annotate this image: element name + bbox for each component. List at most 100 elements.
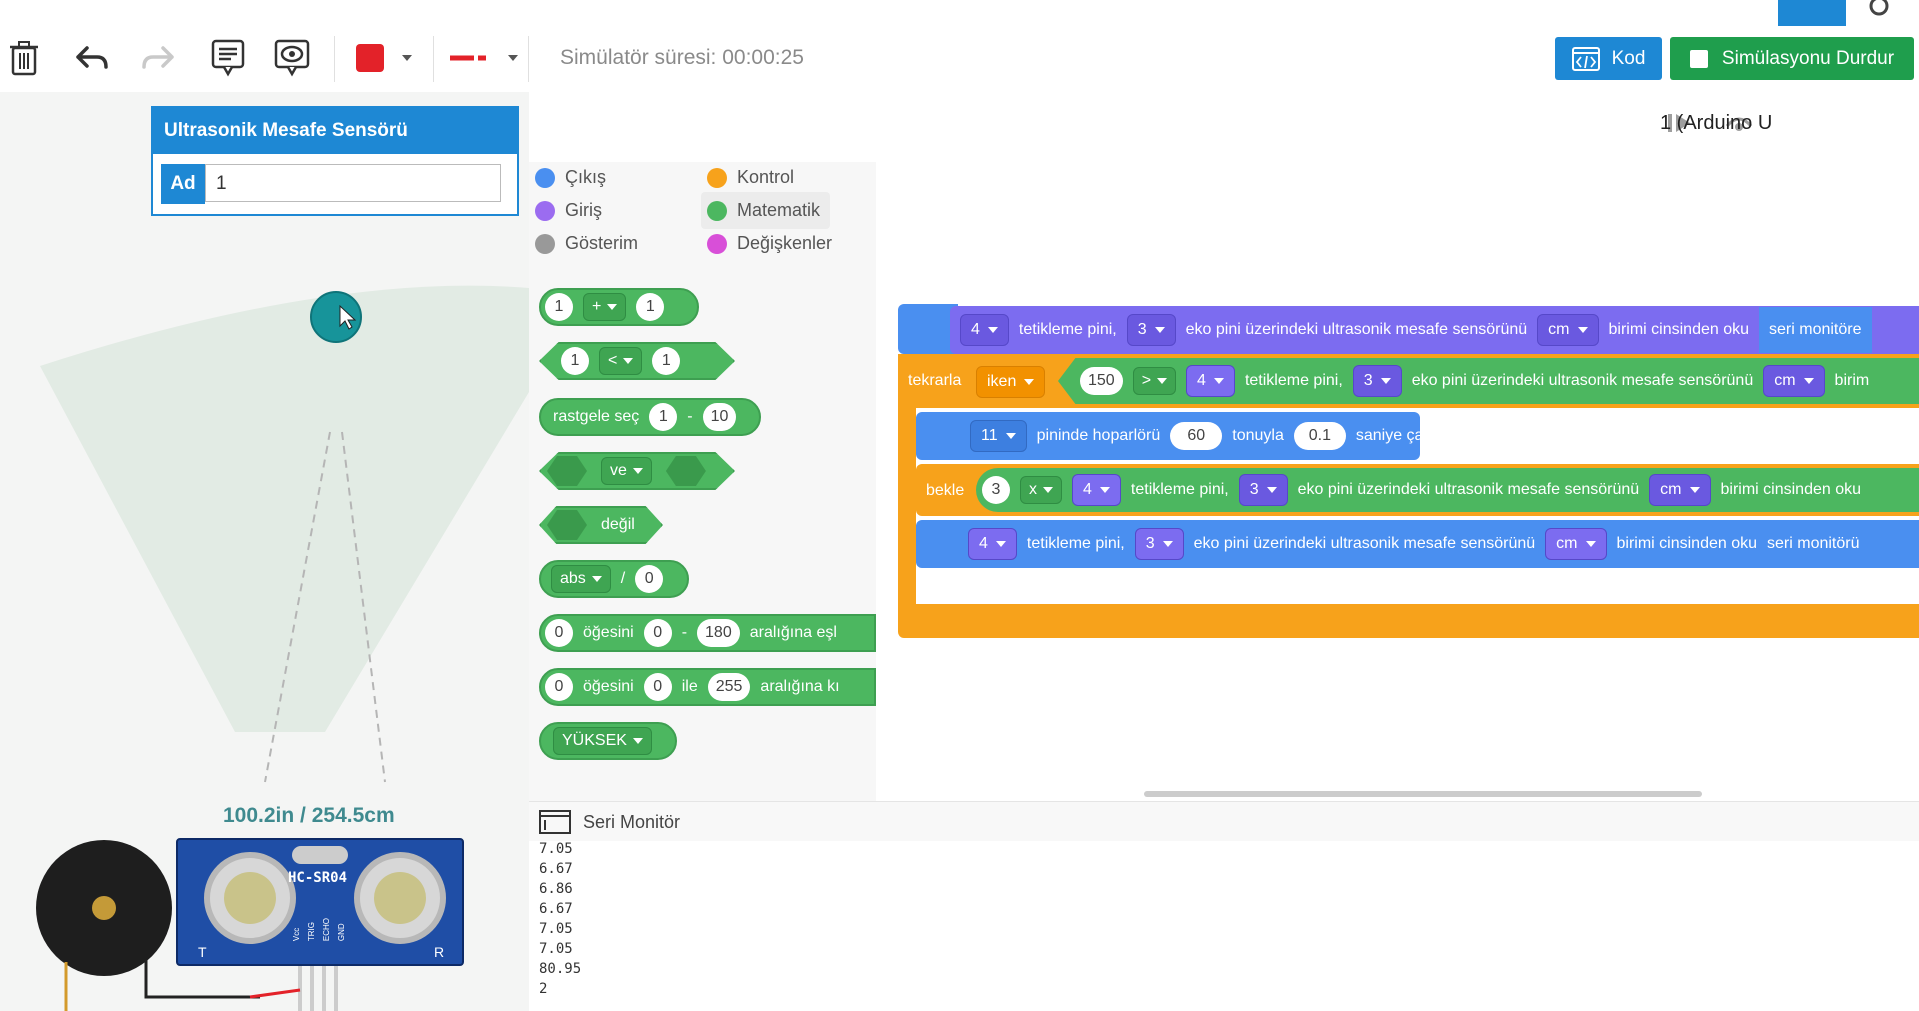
- trash-icon[interactable]: [6, 36, 42, 80]
- value-pill[interactable]: 0: [545, 619, 573, 647]
- play-tone-block[interactable]: 11 pininde hoparlörü 60 tonuyla 0.1 sani…: [916, 412, 1427, 460]
- math-add-block[interactable]: 1 + 1: [539, 288, 699, 326]
- repeat-while-footer: [898, 604, 1919, 638]
- echo-pin-dropdown[interactable]: 3: [1238, 474, 1288, 506]
- function-dropdown[interactable]: abs: [551, 565, 611, 593]
- compare-block[interactable]: 150 > 4 tetikleme pini, 3 eko pini üzeri…: [1058, 358, 1919, 404]
- properties-panel: Ultrasonik Mesafe Sensörü Ad 1: [151, 106, 519, 216]
- serial-print-block-2[interactable]: 4 tetikleme pini, 3 eko pini üzerindeki …: [916, 520, 1919, 568]
- wire-style-picker[interactable]: [442, 36, 526, 80]
- stop-simulation-button[interactable]: Simülasyonu Durdur: [1670, 37, 1914, 80]
- circuit-canvas[interactable]: 100.2in / 254.5cm HC-SR04 T R Vcc TRIG E…: [0, 92, 529, 1011]
- circuit-view-tab[interactable]: [1778, 0, 1846, 26]
- slot-hex: [547, 510, 587, 540]
- value-pill[interactable]: 255: [707, 673, 751, 701]
- echo-pin-dropdown[interactable]: 3: [1126, 314, 1176, 346]
- value-pill[interactable]: 3: [982, 476, 1010, 504]
- operator-dropdown[interactable]: >: [1132, 367, 1177, 395]
- multiply-block[interactable]: 3 x 4 tetikleme pini, 3 eko pini üzerind…: [976, 468, 1919, 512]
- frequency-pill[interactable]: 60: [1170, 422, 1223, 450]
- notes-icon[interactable]: [208, 36, 248, 80]
- repeat-mode-dropdown[interactable]: iken: [976, 366, 1046, 398]
- value-pill[interactable]: 0: [643, 673, 672, 701]
- serial-monitor-header[interactable]: Seri Monitör: [529, 801, 1919, 842]
- math-compare-block[interactable]: 1 < 1: [539, 342, 735, 380]
- value-pill[interactable]: 150: [1080, 367, 1123, 395]
- value-pill[interactable]: 1: [636, 293, 665, 321]
- speaker-pin-dropdown[interactable]: 11: [970, 420, 1027, 452]
- math-abs-block[interactable]: abs / 0: [539, 560, 689, 598]
- value-dropdown[interactable]: YÜKSEK: [553, 727, 652, 755]
- monitor-line: 6.67: [539, 861, 573, 877]
- unit-dropdown[interactable]: cm: [1545, 528, 1607, 560]
- dropdown-value: 3: [1137, 321, 1147, 338]
- chevron-down-icon: [632, 738, 643, 744]
- category-control[interactable]: Kontrol: [707, 167, 794, 188]
- block-text: eko pini üzerindeki ultrasonik mesafe se…: [1193, 535, 1536, 552]
- block-text: tetikleme pini,: [1026, 535, 1125, 552]
- value-pill[interactable]: 1: [649, 403, 678, 431]
- value-pill[interactable]: 1: [545, 293, 573, 321]
- category-dot: [535, 167, 555, 188]
- category-output[interactable]: Çıkış: [535, 167, 606, 188]
- high-value-block[interactable]: YÜKSEK: [539, 722, 677, 760]
- value-pill[interactable]: 0: [635, 565, 664, 593]
- logic-and-block[interactable]: ve: [539, 452, 735, 490]
- name-input[interactable]: 1: [205, 164, 501, 202]
- operator-dropdown[interactable]: +: [583, 293, 627, 321]
- value-pill[interactable]: 180: [697, 619, 740, 647]
- settings-gear-icon[interactable]: [1864, 0, 1904, 26]
- chevron-down-icon: [1099, 487, 1110, 493]
- hc-sr04-sensor[interactable]: HC-SR04 T R Vcc TRIG ECHO GND: [176, 838, 464, 966]
- pin-label: GND: [337, 923, 346, 942]
- category-input[interactable]: Giriş: [535, 200, 602, 221]
- color-picker[interactable]: [344, 36, 424, 80]
- block-label: rastgele seç: [553, 408, 640, 425]
- workspace-scrollbar[interactable]: [1144, 791, 1702, 797]
- code-button[interactable]: Kod: [1555, 37, 1662, 80]
- buzzer[interactable]: [36, 840, 172, 976]
- logic-not-block[interactable]: değil: [539, 506, 663, 544]
- operator-label: ve: [610, 462, 627, 479]
- sensor-pins: Vcc TRIG ECHO GND: [292, 918, 349, 941]
- device-select[interactable]: 1 (Arduino U: [1660, 112, 1772, 135]
- math-map-block[interactable]: 0 öğesini 0 - 180 aralığına eşl: [539, 614, 876, 652]
- category-display[interactable]: Gösterim: [535, 233, 638, 254]
- redo-icon[interactable]: [138, 36, 178, 80]
- operator-dropdown[interactable]: ve: [601, 457, 652, 485]
- value-pill[interactable]: 1: [561, 347, 589, 375]
- math-constrain-block[interactable]: 0 öğesini 0 ile 255 aralığına kı: [539, 668, 876, 706]
- echo-pin-dropdown[interactable]: 3: [1352, 365, 1402, 397]
- trig-pin-dropdown[interactable]: 4: [1072, 474, 1121, 506]
- undo-icon[interactable]: [72, 36, 112, 80]
- operator-dropdown[interactable]: <: [599, 347, 643, 375]
- unit-dropdown[interactable]: cm: [1763, 365, 1825, 397]
- value-pill[interactable]: 1: [652, 347, 681, 375]
- dropdown-value: 4: [979, 535, 988, 552]
- serial-print-block-1[interactable]: 4 tetikleme pini, 3 eko pini üzerindeki …: [950, 306, 1919, 354]
- view-eye-icon[interactable]: [272, 36, 312, 80]
- trig-pin-dropdown[interactable]: 4: [960, 314, 1009, 346]
- value-pill[interactable]: 0: [545, 673, 573, 701]
- category-dot: [707, 167, 727, 188]
- chevron-down-icon: [1689, 487, 1700, 493]
- operator-dropdown[interactable]: x: [1020, 476, 1062, 504]
- value-pill[interactable]: 0: [643, 619, 672, 647]
- target-object[interactable]: [310, 291, 362, 343]
- monitor-line: 6.67: [539, 901, 573, 917]
- duration-pill[interactable]: 0.1: [1293, 422, 1346, 450]
- category-math[interactable]: Matematik: [701, 192, 831, 229]
- value-pill[interactable]: 10: [702, 403, 737, 431]
- math-random-block[interactable]: rastgele seç 1 - 10: [539, 398, 761, 436]
- category-variables[interactable]: Değişkenler: [707, 233, 832, 254]
- echo-pin-dropdown[interactable]: 3: [1134, 528, 1184, 560]
- operator-label: >: [1141, 372, 1152, 389]
- pin-label: TRIG: [307, 922, 316, 942]
- trig-pin-dropdown[interactable]: 4: [968, 528, 1017, 560]
- unit-dropdown[interactable]: cm: [1649, 474, 1711, 506]
- trig-pin-dropdown[interactable]: 4: [1186, 365, 1235, 397]
- function-label: abs: [560, 570, 586, 587]
- unit-dropdown[interactable]: cm: [1537, 314, 1599, 346]
- code-workspace[interactable]: 4 tetikleme pini, 3 eko pini üzerindeki …: [876, 162, 1919, 801]
- dropdown-value: iken: [987, 373, 1017, 390]
